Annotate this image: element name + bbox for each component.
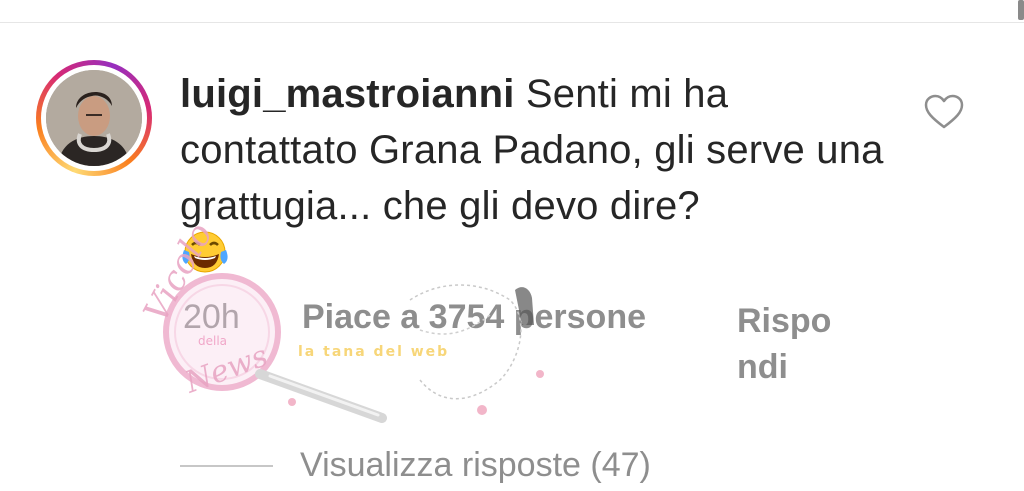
watermark-tana: la tana del web [298, 344, 450, 360]
comment-likes-count[interactable]: Piace a 3754 persone [302, 298, 646, 337]
magnifier-watermark-icon [163, 273, 544, 423]
top-divider [0, 22, 1024, 23]
avatar[interactable] [46, 70, 142, 166]
watermark-news: News [180, 338, 273, 401]
comment-username[interactable]: luigi_mastroianni [180, 72, 515, 116]
reply-label-line2: ndi [737, 348, 788, 386]
reply-label-line1: Rispo [737, 302, 832, 340]
comment-body: luigi_mastroianni Senti mi ha contattato… [180, 66, 900, 234]
avatar-ring-gap [41, 65, 147, 171]
avatar-portrait [46, 70, 142, 166]
scrollbar-thumb[interactable] [1018, 0, 1024, 20]
tears-of-joy-emoji-icon [180, 230, 230, 276]
view-replies-button[interactable]: Visualizza risposte (47) [300, 446, 651, 485]
comment-timestamp: 20h [183, 298, 240, 336]
comment-screen: luigi_mastroianni Senti mi ha contattato… [0, 0, 1024, 491]
reply-button[interactable]: Rispo ndi [737, 298, 847, 390]
avatar-story-ring[interactable] [36, 60, 152, 176]
watermark: Vicolo della News la tana del web [120, 217, 570, 440]
like-heart-icon[interactable] [924, 94, 964, 130]
replies-divider-line [180, 465, 273, 467]
